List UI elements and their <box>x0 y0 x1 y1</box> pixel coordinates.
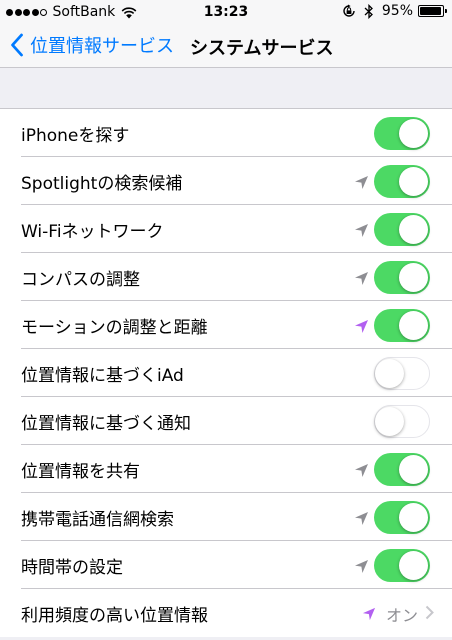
toggle-knob <box>399 503 428 532</box>
settings-row: 時間帯の設定 <box>0 541 452 589</box>
location-arrow-icon <box>355 320 368 333</box>
location-arrow-icon <box>355 224 368 237</box>
toggle-switch[interactable] <box>374 213 430 246</box>
back-button[interactable]: 位置情報サービス <box>10 32 174 58</box>
toggle-switch[interactable] <box>374 501 430 534</box>
location-arrow-icon <box>355 176 368 189</box>
toggle-knob <box>399 311 428 340</box>
toggle-switch[interactable] <box>374 357 430 390</box>
location-arrow-icon <box>355 272 368 285</box>
battery-percentage: 95% <box>381 3 413 19</box>
location-arrow-icon <box>362 607 376 621</box>
settings-row: Spotlightの検索候補 <box>0 157 452 205</box>
settings-row: 位置情報を共有 <box>0 445 452 493</box>
battery-level-fill <box>420 7 441 15</box>
location-arrow-icon <box>355 512 368 525</box>
settings-row-label: 位置情報を共有 <box>21 462 140 482</box>
settings-row: 位置情報に基づくiAd <box>0 349 452 397</box>
detail-value: オン <box>385 606 418 625</box>
settings-row: 携帯電話通信網検索 <box>0 493 452 541</box>
bluetooth-icon <box>364 3 373 19</box>
status-right: 95% <box>342 3 447 19</box>
toggle-knob <box>375 358 404 388</box>
page-title: システムサービス <box>190 38 334 59</box>
status-bar: SoftBank 13:23 95% <box>0 0 452 24</box>
settings-row-label: コンパスの調整 <box>21 270 140 290</box>
settings-row-label: 時間帯の設定 <box>21 558 123 578</box>
settings-list: iPhoneを探す Spotlightの検索候補 Wi-Fiネットワーク コンパスの調… <box>0 108 452 637</box>
toggle-switch[interactable] <box>374 165 430 198</box>
back-button-label: 位置情報サービス <box>30 36 174 57</box>
settings-row-label: 利用頻度の高い位置情報 <box>21 606 208 626</box>
settings-row: モーションの調整と距離 <box>0 301 452 349</box>
settings-row-label: 位置情報に基づく通知 <box>21 414 191 434</box>
settings-row: 位置情報に基づく通知 <box>0 397 452 445</box>
settings-row[interactable]: 利用頻度の高い位置情報 オン <box>0 589 452 637</box>
toggle-knob <box>399 119 428 148</box>
toggle-knob <box>399 455 428 484</box>
settings-row-label: モーションの調整と距離 <box>21 318 208 338</box>
toggle-switch[interactable] <box>374 405 430 438</box>
toggle-switch[interactable] <box>374 261 430 294</box>
toggle-switch[interactable] <box>374 117 430 150</box>
toggle-knob <box>399 263 428 292</box>
toggle-knob <box>375 406 404 436</box>
settings-row-label: Wi-Fiネットワーク <box>21 222 164 242</box>
location-arrow-icon <box>355 464 368 477</box>
chevron-left-icon <box>11 33 23 57</box>
toggle-knob <box>399 167 428 196</box>
settings-row-label: Spotlightの検索候補 <box>21 174 183 194</box>
toggle-switch[interactable] <box>374 453 430 486</box>
toggle-switch[interactable] <box>374 309 430 342</box>
navigation-bar: 位置情報サービス システムサービス <box>0 24 452 68</box>
settings-row-label: iPhoneを探す <box>21 126 130 146</box>
settings-row-label: 携帯電話通信網検索 <box>21 510 174 530</box>
toggle-knob <box>399 215 428 244</box>
chevron-right-icon <box>425 605 434 620</box>
battery-icon <box>418 5 447 17</box>
settings-row: コンパスの調整 <box>0 253 452 301</box>
toggle-knob <box>399 551 428 580</box>
location-arrow-icon <box>355 560 368 573</box>
toggle-switch[interactable] <box>374 549 430 582</box>
rotation-lock-icon <box>343 4 355 17</box>
settings-row: Wi-Fiネットワーク <box>0 205 452 253</box>
settings-row-label: 位置情報に基づくiAd <box>21 366 184 386</box>
settings-row: iPhoneを探す <box>0 109 452 157</box>
